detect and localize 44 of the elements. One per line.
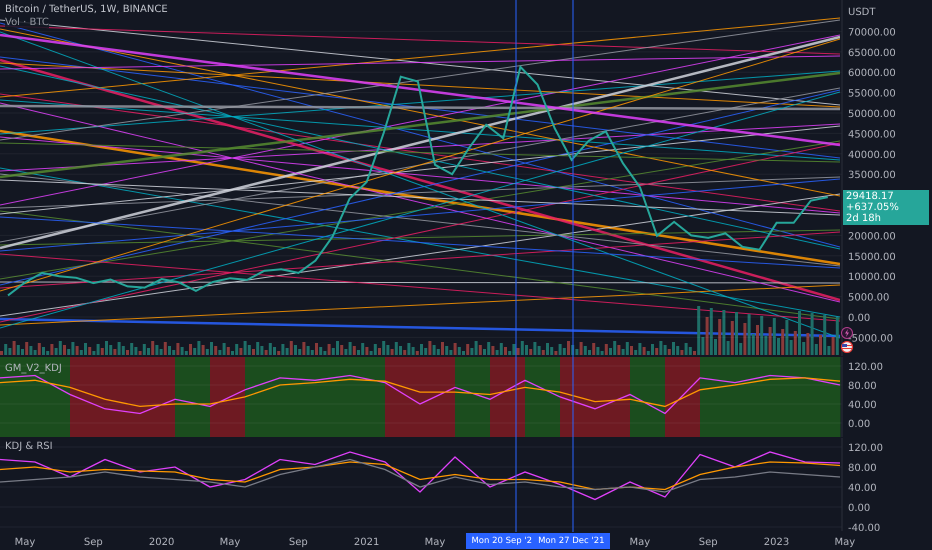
price-change: +637.05% [846, 202, 900, 214]
bar-countdown: 2d 18h [846, 213, 882, 224]
currency-label: USDT [848, 7, 876, 18]
indicator-axis-label: 40.00 [848, 400, 877, 411]
indicator-legend[interactable]: GM_V2_KDJ [5, 363, 62, 374]
price-axis-label: 10000.00 [848, 272, 896, 284]
price-axis-label: 20000.00 [848, 231, 896, 242]
indicator-axis-label: 0.00 [848, 502, 870, 514]
price-axis-label: 35000.00 [848, 170, 896, 182]
indicator-axis-label: 80.00 [848, 381, 877, 392]
price-axis-label: 55000.00 [848, 88, 896, 100]
time-axis-label: Sep [288, 537, 308, 548]
time-axis-label: Sep [698, 537, 718, 548]
price-axis-label: 15000.00 [848, 252, 896, 263]
time-axis-label: May [834, 537, 856, 548]
indicator-axis-label: 40.00 [848, 482, 877, 494]
time-axis-label: May [630, 537, 650, 548]
price-axis-label: -5000.00 [848, 333, 893, 344]
price-axis-label: 5000.00 [848, 292, 890, 304]
crosshair-date: Mon 27 Dec '21 [538, 536, 605, 546]
price-axis-label: 65000.00 [848, 48, 896, 59]
time-axis-label: May [220, 537, 240, 548]
price-axis-label: 40000.00 [848, 150, 896, 161]
price-axis-label: 45000.00 [848, 129, 896, 140]
time-axis-label: May [424, 537, 446, 548]
indicator-axis-label: -40.00 [848, 522, 880, 532]
indicator-axis-label: 120.00 [848, 442, 883, 454]
time-axis-label: Sep [84, 537, 103, 548]
price-axis-label: 60000.00 [848, 68, 896, 80]
price-axis-label: 50000.00 [848, 109, 896, 120]
indicator-axis-label: 80.00 [848, 462, 877, 474]
volume-legend[interactable]: Vol · BTC [5, 17, 49, 28]
indicator-legend[interactable]: KDJ & RSI [5, 441, 53, 452]
last-price: 29418.17 [846, 191, 895, 202]
price-axis-label: 70000.00 [848, 27, 896, 38]
price-axis-label: 0.00 [848, 313, 870, 324]
time-axis-label: 2021 [354, 537, 380, 548]
time-axis-label: 2020 [148, 537, 174, 548]
time-axis-label: May [14, 537, 36, 548]
crosshair-date: Mon 20 Sep '2 [471, 536, 532, 546]
indicator-axis-label: 120.00 [848, 362, 883, 374]
time-axis-label: 2023 [764, 537, 790, 548]
indicator-axis-label: 0.00 [848, 419, 870, 430]
symbol-legend[interactable]: Bitcoin / TetherUS, 1W, BINANCE [5, 4, 168, 15]
